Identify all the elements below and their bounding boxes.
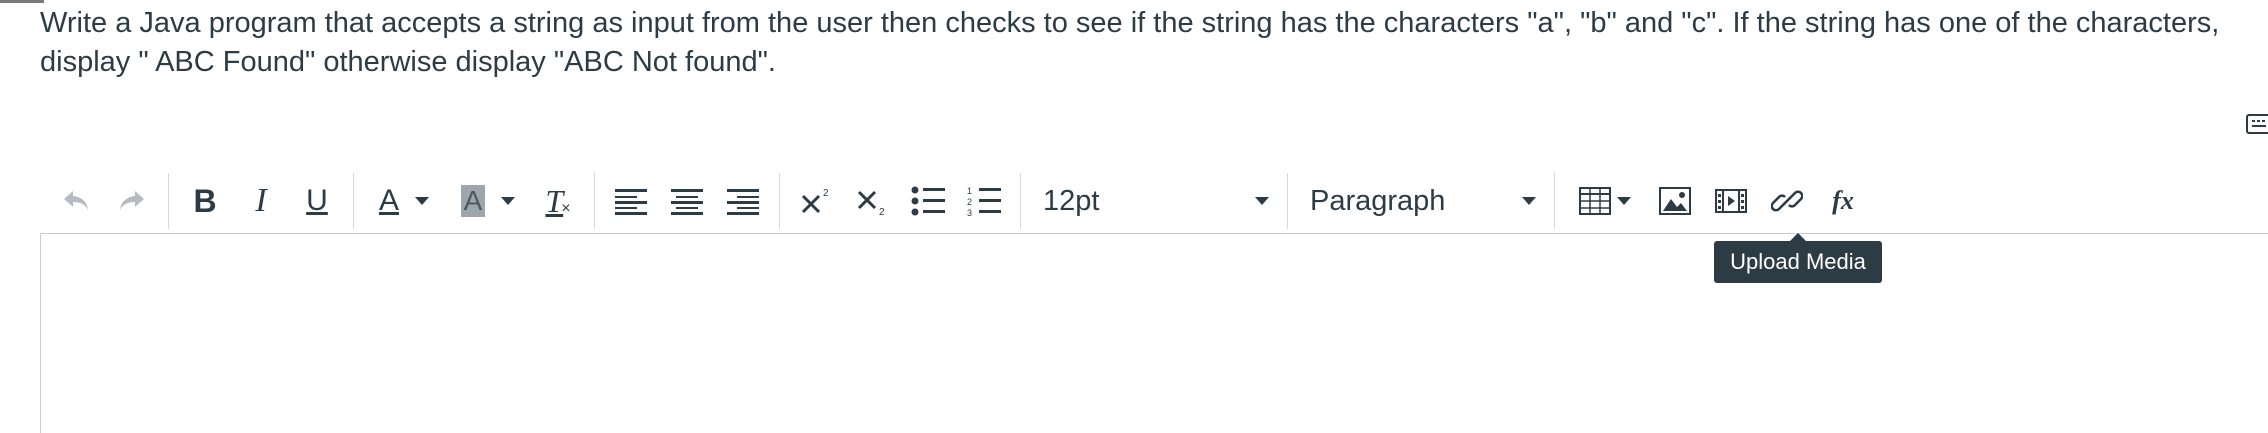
corner-mark (0, 0, 44, 3)
highlight-label: A (460, 185, 486, 217)
svg-text:1: 1 (967, 186, 972, 196)
image-icon (1659, 187, 1691, 215)
table-button[interactable] (1563, 173, 1647, 229)
svg-text:2: 2 (879, 207, 885, 216)
superscript-icon: 2 (801, 188, 829, 214)
highlight-color-button[interactable]: A (446, 173, 530, 229)
superscript-button[interactable]: 2 (788, 173, 844, 229)
bullet-list-button[interactable] (900, 173, 956, 229)
align-center-button[interactable] (659, 173, 715, 229)
undo-button[interactable] (48, 173, 104, 229)
italic-button[interactable]: I (233, 173, 289, 229)
equation-label: fx (1832, 186, 1854, 215)
undo-icon (64, 191, 88, 210)
align-right-button[interactable] (715, 173, 771, 229)
subscript-icon: 2 (857, 190, 885, 216)
numbered-list-icon: 1 2 3 (967, 186, 1001, 217)
svg-text:2: 2 (967, 197, 972, 207)
color-group: A A T × (354, 173, 595, 229)
font-size-group: 12pt (1021, 173, 1288, 229)
text-color-label: A (378, 184, 399, 217)
alignment-group (595, 173, 780, 229)
italic-label: I (255, 182, 267, 219)
table-icon (1579, 187, 1611, 215)
link-button[interactable] (1759, 173, 1815, 229)
block-format-group: Paragraph (1288, 173, 1555, 229)
link-icon (1771, 190, 1803, 212)
svg-text:3: 3 (967, 208, 972, 217)
editor-content-area[interactable] (40, 233, 2268, 433)
redo-button[interactable] (104, 173, 160, 229)
align-left-icon (615, 189, 647, 215)
block-format-select[interactable]: Paragraph (1296, 173, 1546, 229)
bold-button[interactable]: B (177, 173, 233, 229)
align-center-icon (671, 189, 703, 215)
svg-text:2: 2 (823, 188, 829, 199)
image-button[interactable] (1647, 173, 1703, 229)
question-text: Write a Java program that accepts a stri… (40, 7, 2220, 78)
clear-formatting-button[interactable]: T × (530, 173, 586, 229)
font-size-select[interactable]: 12pt (1029, 173, 1279, 229)
equation-button[interactable]: fx (1815, 173, 1871, 229)
numbered-list-button[interactable]: 1 2 3 (956, 173, 1012, 229)
insert-group: fx (1555, 173, 1879, 229)
block-format-caret-icon (1522, 197, 1536, 205)
font-size-value: 12pt (1043, 184, 1100, 217)
upload-media-button[interactable] (1703, 173, 1759, 229)
keyboard-shortcuts-icon[interactable] (2246, 114, 2268, 134)
redo-icon (120, 191, 144, 210)
history-group (40, 173, 169, 229)
block-format-value: Paragraph (1310, 184, 1446, 217)
bullet-list-icon (911, 186, 945, 216)
editor-toolbar: B I U A A T × 2 2 1 2 3 12pt Paragraph f… (40, 168, 2268, 234)
subscript-button[interactable]: 2 (844, 173, 900, 229)
table-caret-icon[interactable] (1617, 197, 1631, 205)
text-style-group: B I U (169, 173, 354, 229)
align-left-button[interactable] (603, 173, 659, 229)
upload-media-tooltip: Upload Media (1714, 233, 1882, 283)
text-color-caret-icon[interactable] (415, 197, 429, 205)
highlight-caret-icon[interactable] (501, 197, 516, 205)
align-right-icon (727, 189, 759, 215)
media-icon (1715, 189, 1747, 213)
bold-label: B (193, 182, 217, 219)
underline-button[interactable]: U (289, 173, 345, 229)
clear-formatting-x-icon: × (561, 200, 571, 217)
text-color-button[interactable]: A (362, 173, 446, 229)
font-size-caret-icon (1255, 197, 1269, 205)
tooltip-text: Upload Media (1730, 249, 1866, 274)
script-list-group: 2 2 1 2 3 (780, 173, 1021, 229)
underline-label: U (306, 184, 328, 217)
